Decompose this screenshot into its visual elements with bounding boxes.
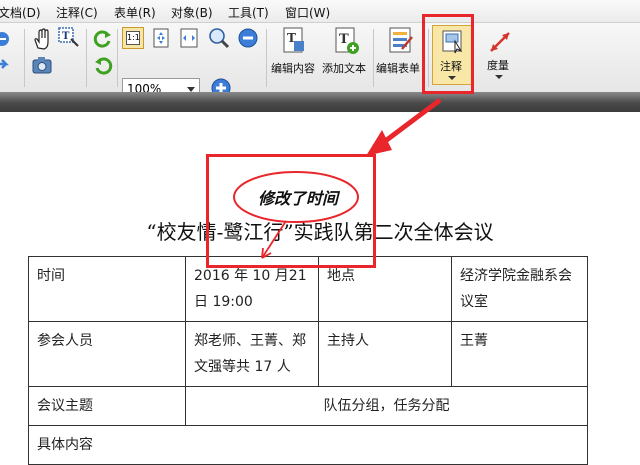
annotation-line [261,220,287,259]
arrow-head [366,130,392,156]
annotation-overlay [233,98,442,259]
annotation-note: 修改了时间 [258,189,339,208]
